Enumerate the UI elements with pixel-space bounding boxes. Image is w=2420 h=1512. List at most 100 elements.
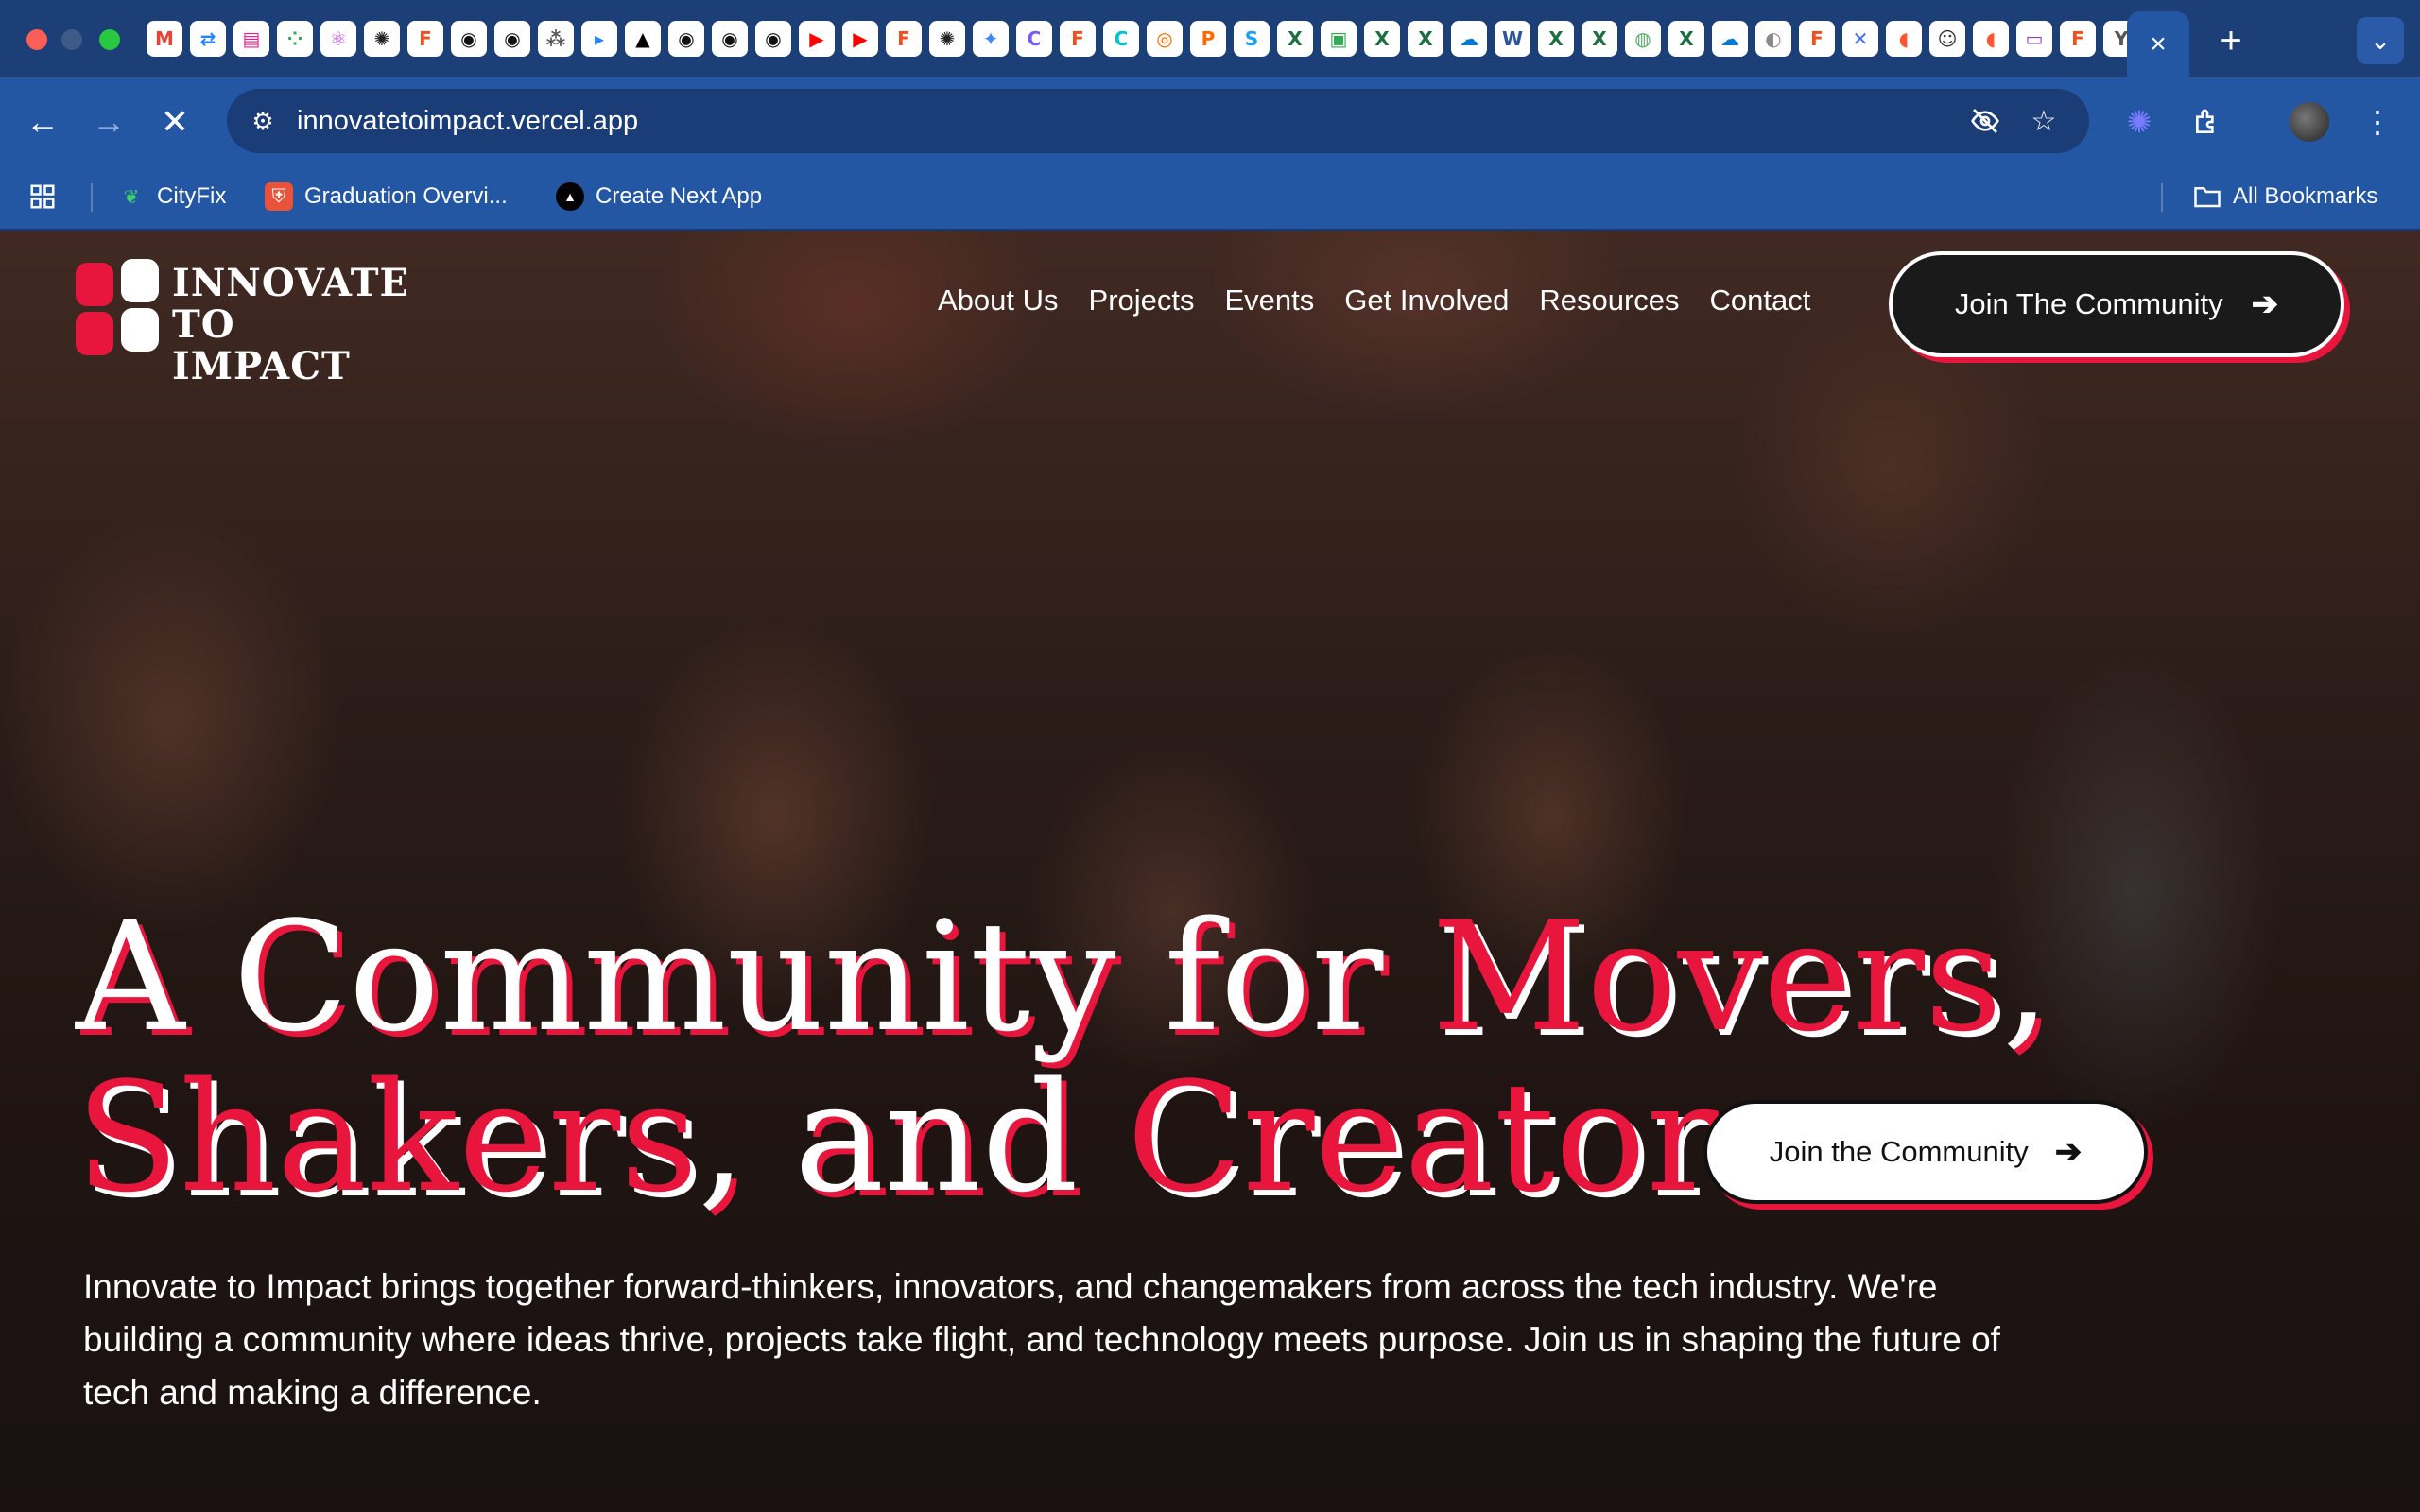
extension-icon[interactable]: ✺: [2116, 98, 2163, 146]
tab-search-button[interactable]: ⌄: [2357, 17, 2404, 64]
apps-grid-icon[interactable]: [28, 180, 57, 214]
browser-chrome: M ⇄ ▤ ⁘ ⚛ ✺ F ◉ ◉ ⁂ ▸ ▲ ◉ ◉ ◉ ▶ ▶ F ✺ ✦ C F C ◎ P S X ▣ X X ☁ W X X ◍ X ☁ ◐ F ✕…: [0, 0, 2420, 231]
pinned-tab-icon[interactable]: ☁: [1712, 21, 1748, 57]
pinned-tab-icon[interactable]: ✕: [1842, 21, 1878, 57]
pinned-tab-icon[interactable]: ◉: [755, 21, 791, 57]
address-bar[interactable]: ⚙ innovatetoimpact.vercel.app ☆: [227, 89, 2089, 153]
main-navigation: About Us Projects Events Get Involved Re…: [938, 284, 1810, 318]
pinned-tab-icon[interactable]: ▶: [842, 21, 878, 57]
all-bookmarks-button[interactable]: All Bookmarks: [2193, 180, 2377, 214]
minimize-window-button[interactable]: [61, 29, 82, 50]
browser-toolbar: ← → ✕ ⚙ innovatetoimpact.vercel.app ☆ ✺ …: [0, 77, 2420, 163]
nav-projects[interactable]: Projects: [1089, 284, 1195, 318]
plant-icon: ❦: [123, 186, 140, 208]
pinned-tab-icon[interactable]: ▣: [1321, 21, 1357, 57]
pinned-tab-icon[interactable]: X: [1277, 21, 1313, 57]
pinned-tab-icon[interactable]: X: [1408, 21, 1443, 57]
pinned-tab-icon[interactable]: ◉: [668, 21, 704, 57]
pinned-tab-icon[interactable]: X: [1668, 21, 1704, 57]
pinned-tab-icon[interactable]: ▶: [799, 21, 835, 57]
site-info-icon[interactable]: ⚙: [244, 102, 282, 140]
back-arrow-icon: ←: [26, 102, 60, 141]
tab-close-icon[interactable]: ×: [2150, 28, 2167, 60]
pinned-tabs: M ⇄ ▤ ⁘ ⚛ ✺ F ◉ ◉ ⁂ ▸ ▲ ◉ ◉ ◉ ▶ ▶ F ✺ ✦ C F C ◎ P S X ▣ X X ☁ W X X ◍ X ☁ ◐ F ✕…: [147, 21, 2139, 59]
pinned-tab-icon[interactable]: M: [147, 21, 182, 57]
bookmark-star-icon[interactable]: ☆: [2025, 102, 2063, 140]
pinned-tab-icon[interactable]: ◉: [451, 21, 487, 57]
pinned-tab-icon[interactable]: ◍: [1625, 21, 1661, 57]
pinned-tab-icon[interactable]: X: [1364, 21, 1400, 57]
new-tab-button[interactable]: +: [2207, 17, 2255, 64]
bookmark-graduation-overview[interactable]: ⛨ Graduation Overvi...: [265, 180, 508, 214]
forward-arrow-icon: →: [92, 102, 126, 141]
active-tab[interactable]: ×: [2127, 11, 2189, 77]
pinned-tab-icon[interactable]: ◐: [1755, 21, 1791, 57]
close-icon: ✕: [160, 102, 190, 141]
pinned-tab-icon[interactable]: X: [1538, 21, 1574, 57]
pinned-tab-icon[interactable]: ✺: [929, 21, 965, 57]
pinned-tab-icon[interactable]: ▭: [2016, 21, 2052, 57]
pinned-tab-icon[interactable]: ✦: [973, 21, 1009, 57]
arrow-right-icon: ➔: [2251, 286, 2279, 322]
hero-join-community-button[interactable]: Join the Community ➔: [1703, 1100, 2148, 1204]
pinned-tab-icon[interactable]: X: [1582, 21, 1617, 57]
pinned-tab-icon[interactable]: ▤: [233, 21, 269, 57]
header-join-community-button[interactable]: Join The Community ➔: [1889, 251, 2344, 357]
pinned-tab-icon[interactable]: F: [886, 21, 922, 57]
logo-mark-icon: [74, 259, 159, 355]
nav-get-involved[interactable]: Get Involved: [1344, 284, 1509, 318]
bookmark-separator: [91, 183, 93, 212]
stop-loading-button[interactable]: ✕: [151, 98, 199, 146]
pinned-tab-icon[interactable]: ☁: [1451, 21, 1487, 57]
extensions-puzzle-icon[interactable]: [2184, 98, 2231, 146]
pinned-tab-icon[interactable]: ⁘: [277, 21, 313, 57]
tracking-protection-icon[interactable]: [1966, 102, 2004, 140]
maximize-window-button[interactable]: [99, 29, 120, 50]
bookmarks-bar: ❦ CityFix ⛨ Graduation Overvi... ▲ Creat…: [0, 163, 2420, 231]
hero-heading-line1: A Community for Movers,: [76, 888, 2050, 1065]
pinned-tab-icon[interactable]: ⇄: [190, 21, 226, 57]
pinned-tab-icon[interactable]: ▲: [625, 21, 661, 57]
nav-about-us[interactable]: About Us: [938, 284, 1059, 318]
pinned-tab-icon[interactable]: F: [407, 21, 443, 57]
shield-icon: ⛨: [265, 182, 293, 211]
pinned-tab-icon[interactable]: ◉: [712, 21, 748, 57]
logo-text: INNOVATE TO IMPACT: [172, 261, 410, 388]
pinned-tab-icon[interactable]: P: [1190, 21, 1226, 57]
pinned-tab-icon[interactable]: W: [1495, 21, 1530, 57]
pinned-tab-icon[interactable]: ⁂: [538, 21, 574, 57]
url-text[interactable]: innovatetoimpact.vercel.app: [297, 106, 638, 137]
pinned-tab-icon[interactable]: ✺: [364, 21, 400, 57]
back-button[interactable]: ←: [19, 98, 66, 146]
nav-events[interactable]: Events: [1225, 284, 1315, 318]
profile-avatar[interactable]: [2290, 102, 2329, 142]
arrow-right-icon: ➔: [2054, 1134, 2083, 1170]
pinned-tab-icon[interactable]: ◎: [1147, 21, 1183, 57]
pinned-tab-icon[interactable]: ▸: [581, 21, 617, 57]
pinned-tab-icon[interactable]: S: [1234, 21, 1270, 57]
hero-section: INNOVATE TO IMPACT About Us Projects Eve…: [0, 231, 2420, 1512]
bookmark-cityfix[interactable]: ❦ CityFix: [117, 180, 227, 214]
pinned-tab-icon[interactable]: ◉: [494, 21, 530, 57]
site-logo[interactable]: INNOVATE TO IMPACT: [74, 259, 408, 387]
nav-contact[interactable]: Contact: [1710, 284, 1811, 318]
close-window-button[interactable]: [26, 29, 47, 50]
pinned-tab-icon[interactable]: F: [2060, 21, 2096, 57]
pinned-tab-icon[interactable]: C: [1103, 21, 1139, 57]
bookmark-separator: [2161, 183, 2163, 212]
nav-resources[interactable]: Resources: [1539, 284, 1679, 318]
hero-heading-line2: Shakers, and Creators: [76, 1049, 1796, 1226]
pinned-tab-icon[interactable]: F: [1799, 21, 1835, 57]
forward-button[interactable]: →: [85, 98, 132, 146]
pinned-tab-icon[interactable]: ◖: [1886, 21, 1922, 57]
bookmark-create-next-app[interactable]: ▲ Create Next App: [556, 180, 762, 214]
pinned-tab-icon[interactable]: C: [1016, 21, 1052, 57]
triangle-icon: ▲: [556, 182, 584, 211]
pinned-tab-icon[interactable]: ⚛: [320, 21, 356, 57]
pinned-tab-icon[interactable]: F: [1060, 21, 1096, 57]
more-menu-icon[interactable]: ⋮: [2354, 98, 2401, 146]
hero-description: Innovate to Impact brings together forwa…: [83, 1267, 2000, 1412]
pinned-tab-icon[interactable]: ☺: [1929, 21, 1965, 57]
folder-icon: [2193, 182, 2221, 211]
pinned-tab-icon[interactable]: ◖: [1973, 21, 2009, 57]
